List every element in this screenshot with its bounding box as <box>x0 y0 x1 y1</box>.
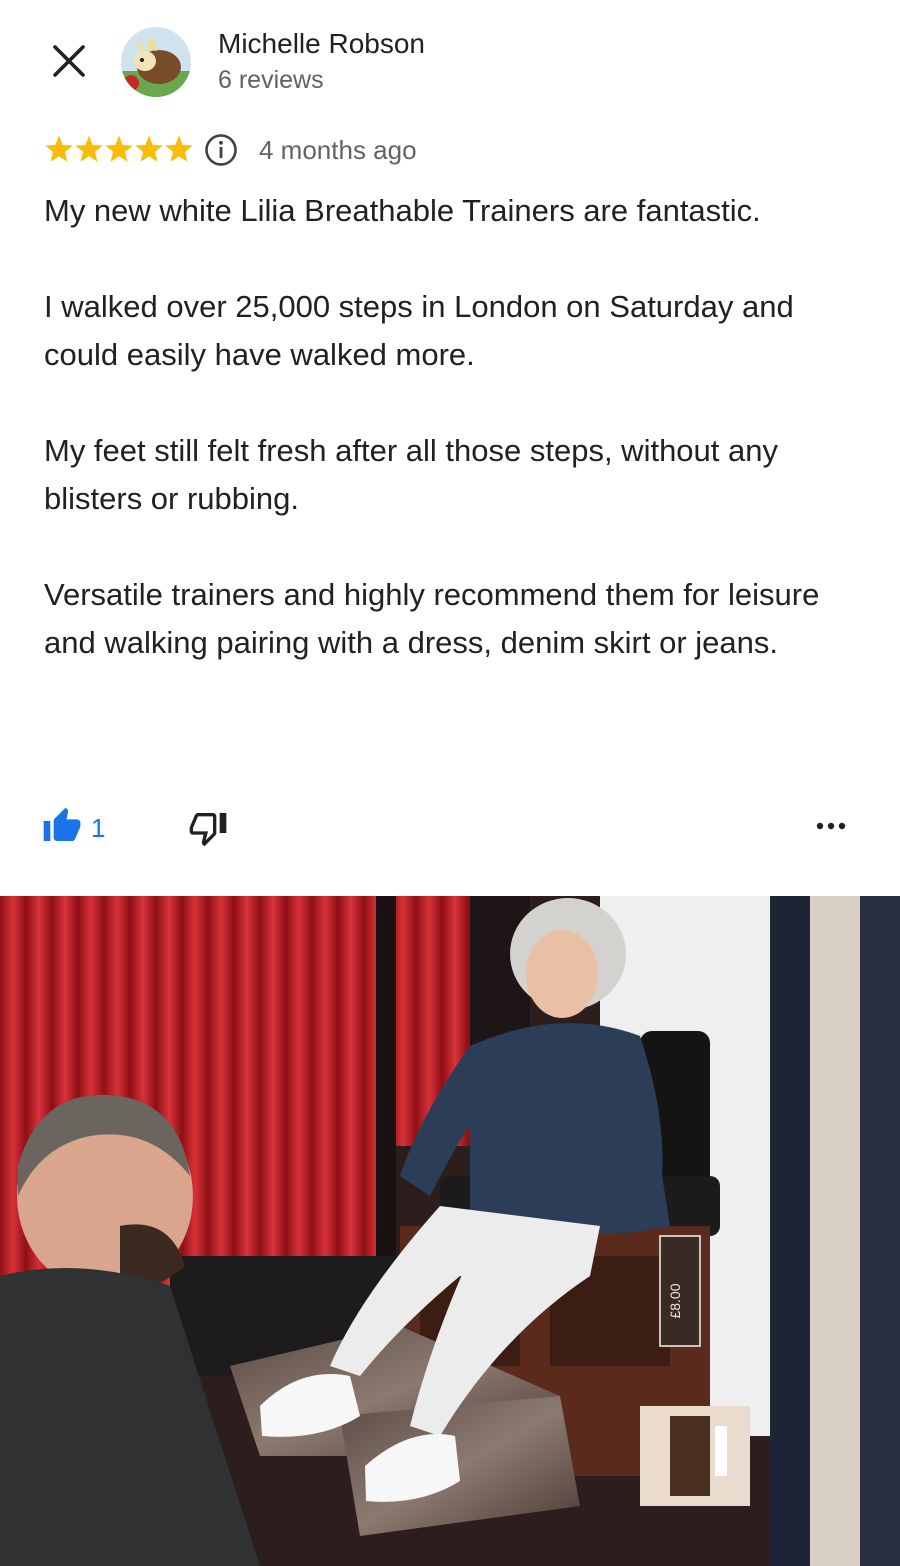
close-icon <box>53 45 85 77</box>
more-options-button[interactable] <box>812 812 850 840</box>
review-header: Michelle Robson 6 reviews <box>0 0 900 120</box>
reviewer-name[interactable]: Michelle Robson <box>218 28 425 60</box>
like-button[interactable]: 1 <box>42 806 122 850</box>
rating-row: 4 months ago <box>44 132 864 168</box>
price-sign-text: £8.00 <box>667 1283 683 1318</box>
star-icon <box>165 135 193 162</box>
avatar-image <box>121 27 191 97</box>
more-horizontal-icon <box>816 822 846 830</box>
reviewer-review-count[interactable]: 6 reviews <box>218 66 324 95</box>
review-photo-image: £8.00 <box>0 896 900 1566</box>
star-rating <box>45 135 193 162</box>
thumbs-up-icon <box>43 807 81 841</box>
review-paragraph: Versatile trainers and highly recommend … <box>44 577 820 660</box>
review-photo[interactable]: £8.00 <box>0 896 900 1566</box>
review-actions: 1 <box>0 800 900 856</box>
review-text: My new white Lilia Breathable Trainers a… <box>44 187 874 667</box>
star-icon <box>45 135 73 162</box>
close-button[interactable] <box>48 40 90 82</box>
star-icon <box>75 135 103 162</box>
dislike-button[interactable] <box>188 808 228 850</box>
review-paragraph: My feet still felt fresh after all those… <box>44 433 778 516</box>
review-time: 4 months ago <box>259 135 417 165</box>
review-paragraph: My new white Lilia Breathable Trainers a… <box>44 193 761 228</box>
review-paragraph: I walked over 25,000 steps in London on … <box>44 289 794 372</box>
thumbs-down-icon <box>189 813 227 847</box>
star-icon <box>135 135 163 162</box>
like-count: 1 <box>91 813 106 843</box>
star-icon <box>105 135 133 162</box>
avatar[interactable] <box>121 27 191 97</box>
info-icon[interactable] <box>204 133 238 167</box>
